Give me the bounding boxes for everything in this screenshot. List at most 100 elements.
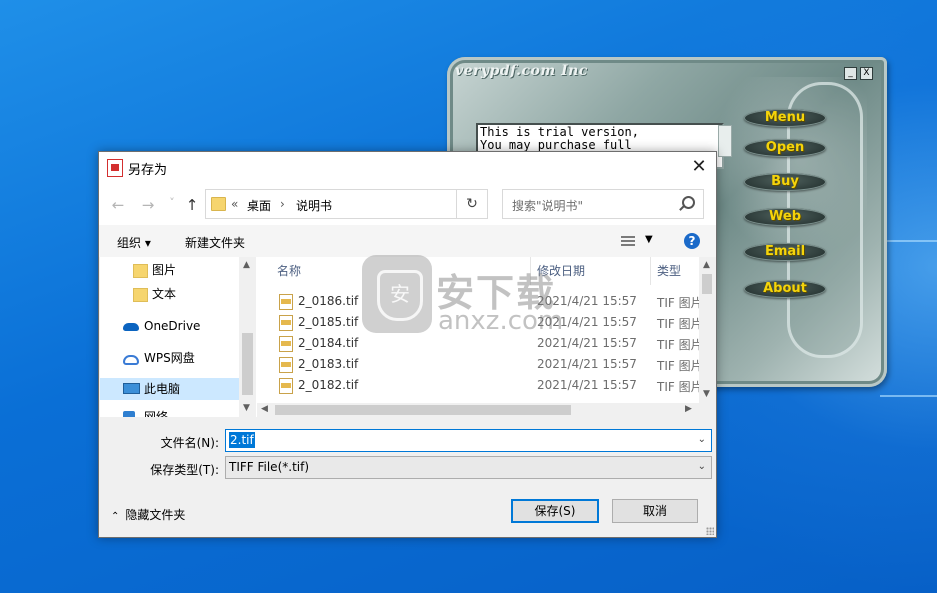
file-list-scrollbar[interactable]: ▲ ▼ <box>699 257 715 403</box>
file-name: 2_0184.tif <box>298 336 359 350</box>
nav-item-wps-drive[interactable]: WPS网盘 <box>100 347 240 369</box>
skin-web-button[interactable]: Web <box>744 208 826 226</box>
file-type: TIF 图片 <box>657 317 699 331</box>
desktop-streak <box>880 395 937 397</box>
dialog-close-button[interactable]: ✕ <box>682 152 716 183</box>
organize-button[interactable]: 组织 ▾ <box>117 234 151 251</box>
cloud-icon <box>123 323 139 331</box>
tif-file-icon <box>279 336 293 352</box>
filetype-value: TIFF File(*.tif) <box>229 460 310 474</box>
back-arrow-icon[interactable]: ← <box>108 196 128 214</box>
file-name: 2_0186.tif <box>298 294 359 308</box>
nav-item-label: 网络 <box>144 410 169 417</box>
tif-file-icon <box>279 315 293 331</box>
file-name: 2_0182.tif <box>298 378 359 392</box>
scroll-right-icon[interactable]: ▶ <box>685 404 692 414</box>
skin-about-button[interactable]: About <box>744 280 826 298</box>
nav-item-label: 文本 <box>152 287 177 301</box>
file-date: 2021/4/21 15:57 <box>537 378 637 392</box>
new-folder-button[interactable]: 新建文件夹 <box>185 234 245 251</box>
breadcrumb-separator: › <box>280 197 285 211</box>
nav-item-pictures[interactable]: 图片 <box>100 259 240 281</box>
skin-title: verypdf.com Inc <box>455 63 588 79</box>
tif-file-icon <box>279 378 293 394</box>
skin-minimize-button[interactable]: _ <box>844 67 857 80</box>
nav-pane-scrollbar[interactable]: ▲ ▼ <box>239 257 256 417</box>
dialog-toolbar: 组织 ▾ 新建文件夹 ▼ ? <box>99 225 716 257</box>
dialog-titlebar: 另存为 ✕ <box>99 152 716 183</box>
scroll-left-icon[interactable]: ◀ <box>261 404 268 414</box>
chevron-down-icon[interactable]: ⌄ <box>698 461 706 472</box>
up-arrow-icon[interactable]: ↑ <box>182 196 202 214</box>
watermark-en: anxz.com <box>438 306 564 336</box>
trial-text-scrollbar[interactable] <box>718 125 732 157</box>
file-type: TIF 图片 <box>657 359 699 373</box>
column-header-name[interactable]: 名称 <box>277 257 301 285</box>
skin-buy-button[interactable]: Buy <box>744 173 826 191</box>
search-box[interactable]: 搜索"说明书" <box>502 189 704 219</box>
shield-icon: 安 <box>377 270 423 321</box>
breadcrumb-manual[interactable]: 说明书 <box>296 197 332 214</box>
filename-value[interactable]: 2.tif <box>229 432 255 448</box>
scroll-down-icon[interactable]: ▼ <box>243 403 250 413</box>
address-bar[interactable]: « 桌面 › 说明书 ⌄ <box>205 189 544 219</box>
breadcrumb-desktop[interactable]: 桌面 <box>247 197 271 214</box>
save-button[interactable]: 保存(S) <box>511 499 599 523</box>
view-dropdown-icon[interactable]: ▼ <box>645 234 653 245</box>
search-icon <box>682 196 695 209</box>
file-list-hscrollbar[interactable]: ◀ ▶ <box>257 403 699 417</box>
hide-folders-label: 隐藏文件夹 <box>125 508 186 522</box>
folder-icon <box>133 288 148 302</box>
hide-folders-toggle[interactable]: ⌃ 隐藏文件夹 <box>111 506 185 523</box>
chevron-up-icon: ⌃ <box>111 511 120 522</box>
navigation-bar: ← → ˅ ↑ « 桌面 › 说明书 ⌄ ↻ 搜索"说明书" <box>99 183 716 225</box>
nav-item-onedrive[interactable]: OneDrive <box>100 315 240 337</box>
filetype-select[interactable]: TIFF File(*.tif) ⌄ <box>225 456 712 479</box>
file-name: 2_0183.tif <box>298 357 359 371</box>
file-type: TIF 图片 <box>657 296 699 310</box>
nav-item-label: WPS网盘 <box>144 351 195 365</box>
scrollbar-thumb[interactable] <box>275 405 571 415</box>
nav-item-this-pc[interactable]: 此电脑 <box>100 378 239 400</box>
filetype-label: 保存类型(T): <box>150 463 219 477</box>
scroll-up-icon[interactable]: ▲ <box>703 260 710 270</box>
nav-item-label: 此电脑 <box>144 382 181 396</box>
file-row[interactable]: 2_0184.tif 2021/4/21 15:57 TIF 图片 <box>257 333 699 354</box>
help-icon[interactable]: ? <box>684 233 700 249</box>
column-header-type[interactable]: 类型 <box>657 257 681 285</box>
resize-grip[interactable] <box>706 527 714 535</box>
file-name: 2_0185.tif <box>298 315 359 329</box>
search-placeholder: 搜索"说明书" <box>512 199 584 213</box>
filename-input[interactable]: 2.tif ⌄ <box>225 429 712 452</box>
nav-item-text[interactable]: 文本 <box>100 283 240 305</box>
skin-open-button[interactable]: Open <box>744 139 826 157</box>
skin-close-button[interactable]: X <box>860 67 873 80</box>
skin-email-button[interactable]: Email <box>744 243 826 261</box>
scrollbar-thumb[interactable] <box>702 274 712 294</box>
scroll-up-icon[interactable]: ▲ <box>243 260 250 270</box>
folder-icon <box>211 197 226 211</box>
recent-locations-icon[interactable]: ˅ <box>162 196 182 209</box>
scroll-down-icon[interactable]: ▼ <box>703 389 710 399</box>
file-row[interactable]: 2_0182.tif 2021/4/21 15:57 TIF 图片 <box>257 375 699 396</box>
file-row[interactable]: 2_0183.tif 2021/4/21 15:57 TIF 图片 <box>257 354 699 375</box>
file-date: 2021/4/21 15:57 <box>537 336 637 350</box>
dialog-title: 另存为 <box>128 163 168 178</box>
filename-label: 文件名(N): <box>160 436 219 450</box>
column-separator[interactable] <box>650 257 651 285</box>
navigation-pane: 图片 文本 OneDrive WPS网盘 此电脑 网络 <box>100 257 257 417</box>
scrollbar-thumb[interactable] <box>242 333 253 395</box>
file-type: TIF 图片 <box>657 380 699 394</box>
cancel-button[interactable]: 取消 <box>612 499 698 523</box>
view-options-icon[interactable] <box>621 236 635 246</box>
file-date: 2021/4/21 15:57 <box>537 357 637 371</box>
pdf-app-icon <box>107 159 123 177</box>
skin-menu-button[interactable]: Menu <box>744 109 826 127</box>
nav-item-label: OneDrive <box>144 319 201 333</box>
address-overflow[interactable]: « <box>231 197 238 211</box>
network-icon <box>123 411 135 417</box>
chevron-down-icon[interactable]: ⌄ <box>698 434 706 445</box>
forward-arrow-icon[interactable]: → <box>138 196 158 214</box>
refresh-icon[interactable]: ↻ <box>456 189 488 219</box>
nav-item-network[interactable]: 网络 <box>100 406 240 417</box>
